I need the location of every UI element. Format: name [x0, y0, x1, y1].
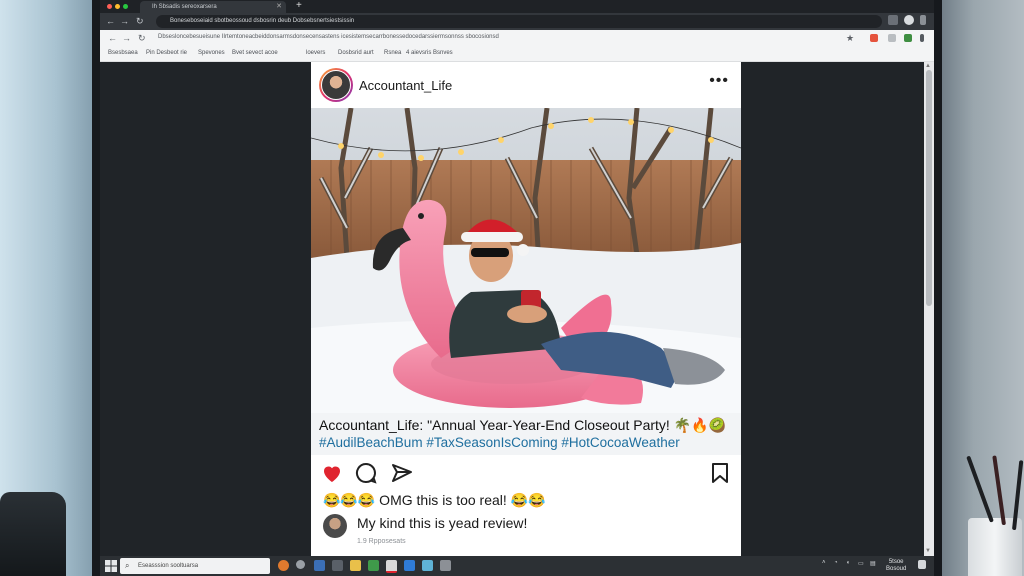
taskbar-app-icon[interactable]: [440, 560, 451, 571]
bookmark-item[interactable]: Bsesbsaea: [108, 50, 138, 56]
minimize-window-dot[interactable]: [115, 4, 120, 9]
reload-icon[interactable]: ↻: [138, 33, 146, 43]
tray-chevron-icon[interactable]: ˄: [822, 560, 826, 566]
extension-icon[interactable]: [870, 34, 878, 42]
flamingo-eye: [418, 213, 424, 219]
browser-tab[interactable]: Ih Sbsadis sereoxarsera ✕: [140, 1, 286, 13]
volume-icon[interactable]: ◖: [846, 560, 850, 566]
navigation-bar: ← → ↻ Boneseboseiaid sbotbeossoud dsbosr…: [100, 13, 934, 30]
bookmark-item[interactable]: Pin Desbeot rie: [146, 50, 187, 56]
wooden-fence: [311, 160, 741, 258]
photo-scene: [311, 108, 741, 413]
menu-icon[interactable]: [920, 15, 926, 25]
comment-meta[interactable]: 1.9 Rpposesats: [357, 538, 406, 545]
extension-icon[interactable]: [888, 15, 898, 25]
social-post: Accountant_Life ••• Accountant_Life: "An…: [311, 62, 741, 556]
maximize-window-dot[interactable]: [123, 4, 128, 9]
office-chair: [0, 492, 66, 576]
clock-time: 5tsoe: [888, 559, 904, 565]
post-header: Accountant_Life •••: [311, 62, 741, 108]
extension-icon[interactable]: [920, 34, 924, 42]
wifi-icon[interactable]: ◔: [834, 560, 838, 566]
forward-icon[interactable]: →: [122, 33, 131, 43]
tab-close-icon[interactable]: ✕: [276, 1, 282, 13]
clock-date: Bosoud: [886, 566, 907, 572]
scroll-up-icon[interactable]: ▲: [925, 63, 931, 69]
scroll-thumb[interactable]: [926, 70, 932, 306]
taskbar-app-icon[interactable]: [332, 560, 343, 571]
taskbar-folder-icon[interactable]: [350, 560, 361, 571]
more-options-icon[interactable]: •••: [709, 72, 729, 90]
taskbar-browser-icon[interactable]: [386, 560, 397, 573]
santa-hat-pompom: [517, 244, 529, 256]
back-icon[interactable]: ←: [108, 33, 117, 43]
like-heart-icon[interactable]: [320, 461, 344, 485]
post-caption: Accountant_Life: "Annual Year-Year-End C…: [319, 417, 726, 433]
address-field[interactable]: Boneseboseiaid sbotbeossoud dsbosrin deu…: [156, 15, 882, 28]
person-hands: [507, 305, 547, 323]
url-bar: ← → ↻ Dbsesloncebesueisune IIrtemtoneacb…: [100, 30, 934, 48]
screen: Ih Sbsadis sereoxarsera ✕ + ← → ↻ Bonese…: [100, 0, 934, 576]
taskbar-search-icon[interactable]: [296, 560, 305, 569]
battery-icon[interactable]: ▭: [858, 560, 864, 567]
profile-avatar[interactable]: [319, 68, 353, 102]
avatar-image: [321, 70, 351, 100]
share-icon[interactable]: [390, 461, 414, 485]
url-text[interactable]: Dbsesloncebesueisune IIrtemtoneacbeiddon…: [158, 34, 499, 40]
taskbar-app-icon[interactable]: [368, 560, 379, 571]
address-text: Boneseboseiaid sbotbeossoud dsbosrin deu…: [170, 18, 355, 24]
taskbar-search-field[interactable]: ⌕ Eseasssion sooltuarsa: [120, 558, 270, 574]
monitor: Ih Sbsadis sereoxarsera ✕ + ← → ↻ Bonese…: [92, 0, 942, 576]
tab-title: Ih Sbsadis sereoxarsera: [152, 4, 217, 10]
comment-text: 😂😂😂 OMG this is too real! 😂😂: [323, 492, 546, 508]
bookmark-item[interactable]: Spevones: [198, 50, 225, 56]
post-hashtags[interactable]: #AudilBeachBum #TaxSeasonIsComing #HotCo…: [319, 435, 680, 450]
search-placeholder: Eseasssion sooltuarsa: [138, 563, 199, 569]
back-icon[interactable]: ←: [106, 16, 115, 26]
sunglasses: [471, 248, 509, 257]
bookmark-item[interactable]: Bvet sevect acoe: [232, 50, 278, 56]
caption-area: Accountant_Life: "Annual Year-Year-End C…: [311, 413, 741, 455]
bookmark-star-icon[interactable]: ★: [846, 33, 854, 43]
commenter-avatar[interactable]: [323, 514, 347, 538]
search-icon: ⌕: [125, 561, 130, 570]
extension-icon[interactable]: [888, 34, 896, 42]
extension-icon[interactable]: [904, 34, 912, 42]
tab-strip: Ih Sbsadis sereoxarsera ✕ +: [100, 0, 934, 13]
taskbar-app-icon[interactable]: [278, 560, 289, 571]
close-window-dot[interactable]: [107, 4, 112, 9]
window-controls: [107, 4, 128, 9]
language-icon[interactable]: ▤: [870, 560, 876, 567]
scrollbar[interactable]: ▲ ▼: [924, 62, 934, 556]
windows-start-icon[interactable]: [105, 560, 117, 572]
bookmark-item[interactable]: 4 aievsris Bsnves: [406, 50, 453, 56]
bookmark-item[interactable]: Rsnea: [384, 50, 401, 56]
new-tab-icon[interactable]: +: [296, 0, 302, 12]
comment-icon[interactable]: [354, 461, 378, 485]
bookmarks-bar: Bsesbsaea Pin Desbeot rie Spevones Bvet …: [100, 47, 934, 62]
taskbar: ⌕ Eseasssion sooltuarsa ˄ ◔ ◖ ▭ ▤ 5tsoe …: [100, 556, 934, 576]
bookmark-item[interactable]: Dosbsrid aurt: [338, 50, 374, 56]
post-photo[interactable]: [311, 108, 741, 413]
profile-icon[interactable]: [904, 15, 914, 25]
santa-hat-brim: [461, 232, 523, 242]
taskbar-app-icon[interactable]: [314, 560, 325, 571]
wall-left: [0, 0, 100, 576]
bookmark-item[interactable]: loevers: [306, 50, 325, 56]
reload-icon[interactable]: ↻: [136, 16, 144, 26]
forward-icon[interactable]: →: [120, 16, 129, 26]
taskbar-app-icon[interactable]: [404, 560, 415, 571]
scroll-down-icon[interactable]: ▼: [925, 548, 931, 554]
notification-icon[interactable]: [918, 560, 926, 569]
bookmark-save-icon[interactable]: [708, 461, 732, 485]
taskbar-clock[interactable]: 5tsoe Bosoud: [886, 559, 906, 573]
taskbar-app-icon[interactable]: [422, 560, 433, 571]
post-username[interactable]: Accountant_Life: [359, 78, 452, 93]
comment-text: My kind this is yead review!: [357, 515, 528, 531]
post-actions: [311, 456, 741, 490]
